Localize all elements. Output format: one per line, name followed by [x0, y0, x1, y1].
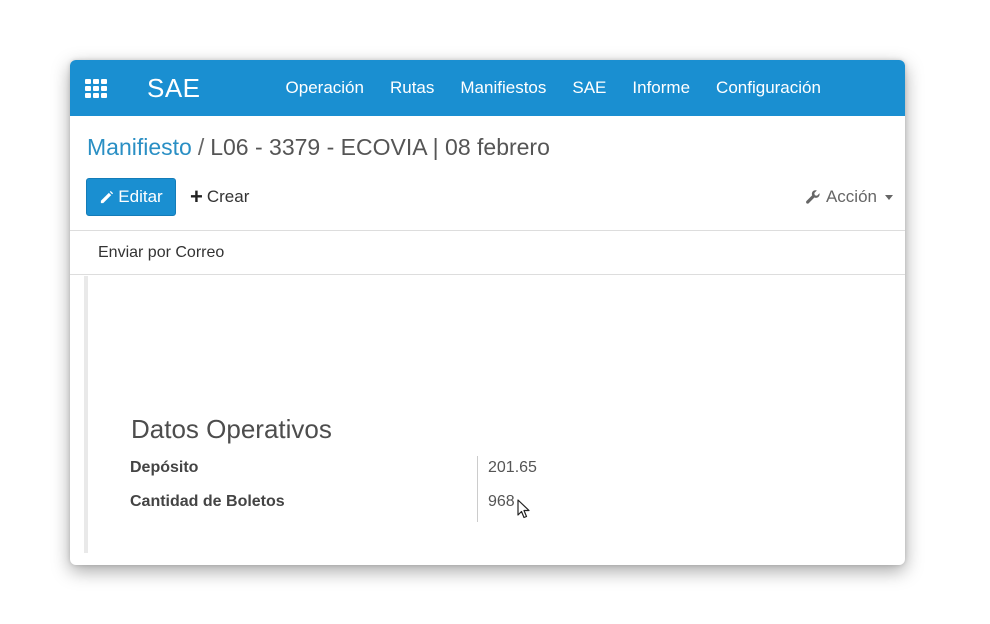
pencil-icon	[99, 190, 114, 205]
field-separator	[477, 456, 478, 522]
edit-button-label: Editar	[118, 187, 163, 206]
breadcrumb-parent-link[interactable]: Manifiesto	[87, 134, 192, 160]
create-button-label: Crear	[206, 187, 250, 206]
form-sheet-edge	[84, 276, 88, 553]
menu-item-operacion[interactable]: Operación	[273, 78, 377, 98]
menu-item-rutas[interactable]: Rutas	[377, 78, 447, 98]
action-dropdown-label: Acción	[825, 187, 877, 206]
mouse-cursor-icon	[517, 499, 533, 519]
menu-item-informe[interactable]: Informe	[619, 78, 703, 98]
brand-title[interactable]: SAE	[147, 73, 201, 104]
wrench-icon	[805, 189, 821, 205]
section-title: Datos Operativos	[131, 414, 332, 444]
breadcrumb: Manifiesto / L06 - 3379 - ECOVIA | 08 febr…	[87, 134, 550, 161]
action-dropdown[interactable]: Acción	[805, 178, 893, 216]
app-window: SAE Operación Rutas Manifiestos SAE Info…	[70, 60, 905, 565]
menu-item-manifiestos[interactable]: Manifiestos	[447, 78, 559, 98]
status-bar: Enviar por Correo	[70, 230, 905, 275]
menu-item-sae[interactable]: SAE	[559, 78, 619, 98]
create-button[interactable]: + Crear	[190, 178, 249, 216]
field-value-cantidad-boletos: 968	[488, 493, 515, 510]
top-navbar: SAE Operación Rutas Manifiestos SAE Info…	[70, 60, 905, 116]
menu-item-configuracion[interactable]: Configuración	[703, 78, 834, 98]
apps-grid-icon[interactable]	[83, 78, 109, 98]
field-label-cantidad-boletos: Cantidad de Boletos	[130, 493, 285, 510]
field-label-deposito: Depósito	[130, 459, 199, 476]
field-value-deposito: 201.65	[488, 459, 537, 476]
edit-button[interactable]: Editar	[86, 178, 176, 216]
send-email-button[interactable]: Enviar por Correo	[98, 244, 224, 262]
chevron-down-icon	[885, 194, 893, 200]
breadcrumb-separator: /	[197, 134, 205, 160]
plus-icon: +	[190, 184, 203, 209]
main-menu: Operación Rutas Manifiestos SAE Informe …	[273, 78, 834, 98]
breadcrumb-current: L06 - 3379 - ECOVIA | 08 febrero	[210, 134, 550, 160]
